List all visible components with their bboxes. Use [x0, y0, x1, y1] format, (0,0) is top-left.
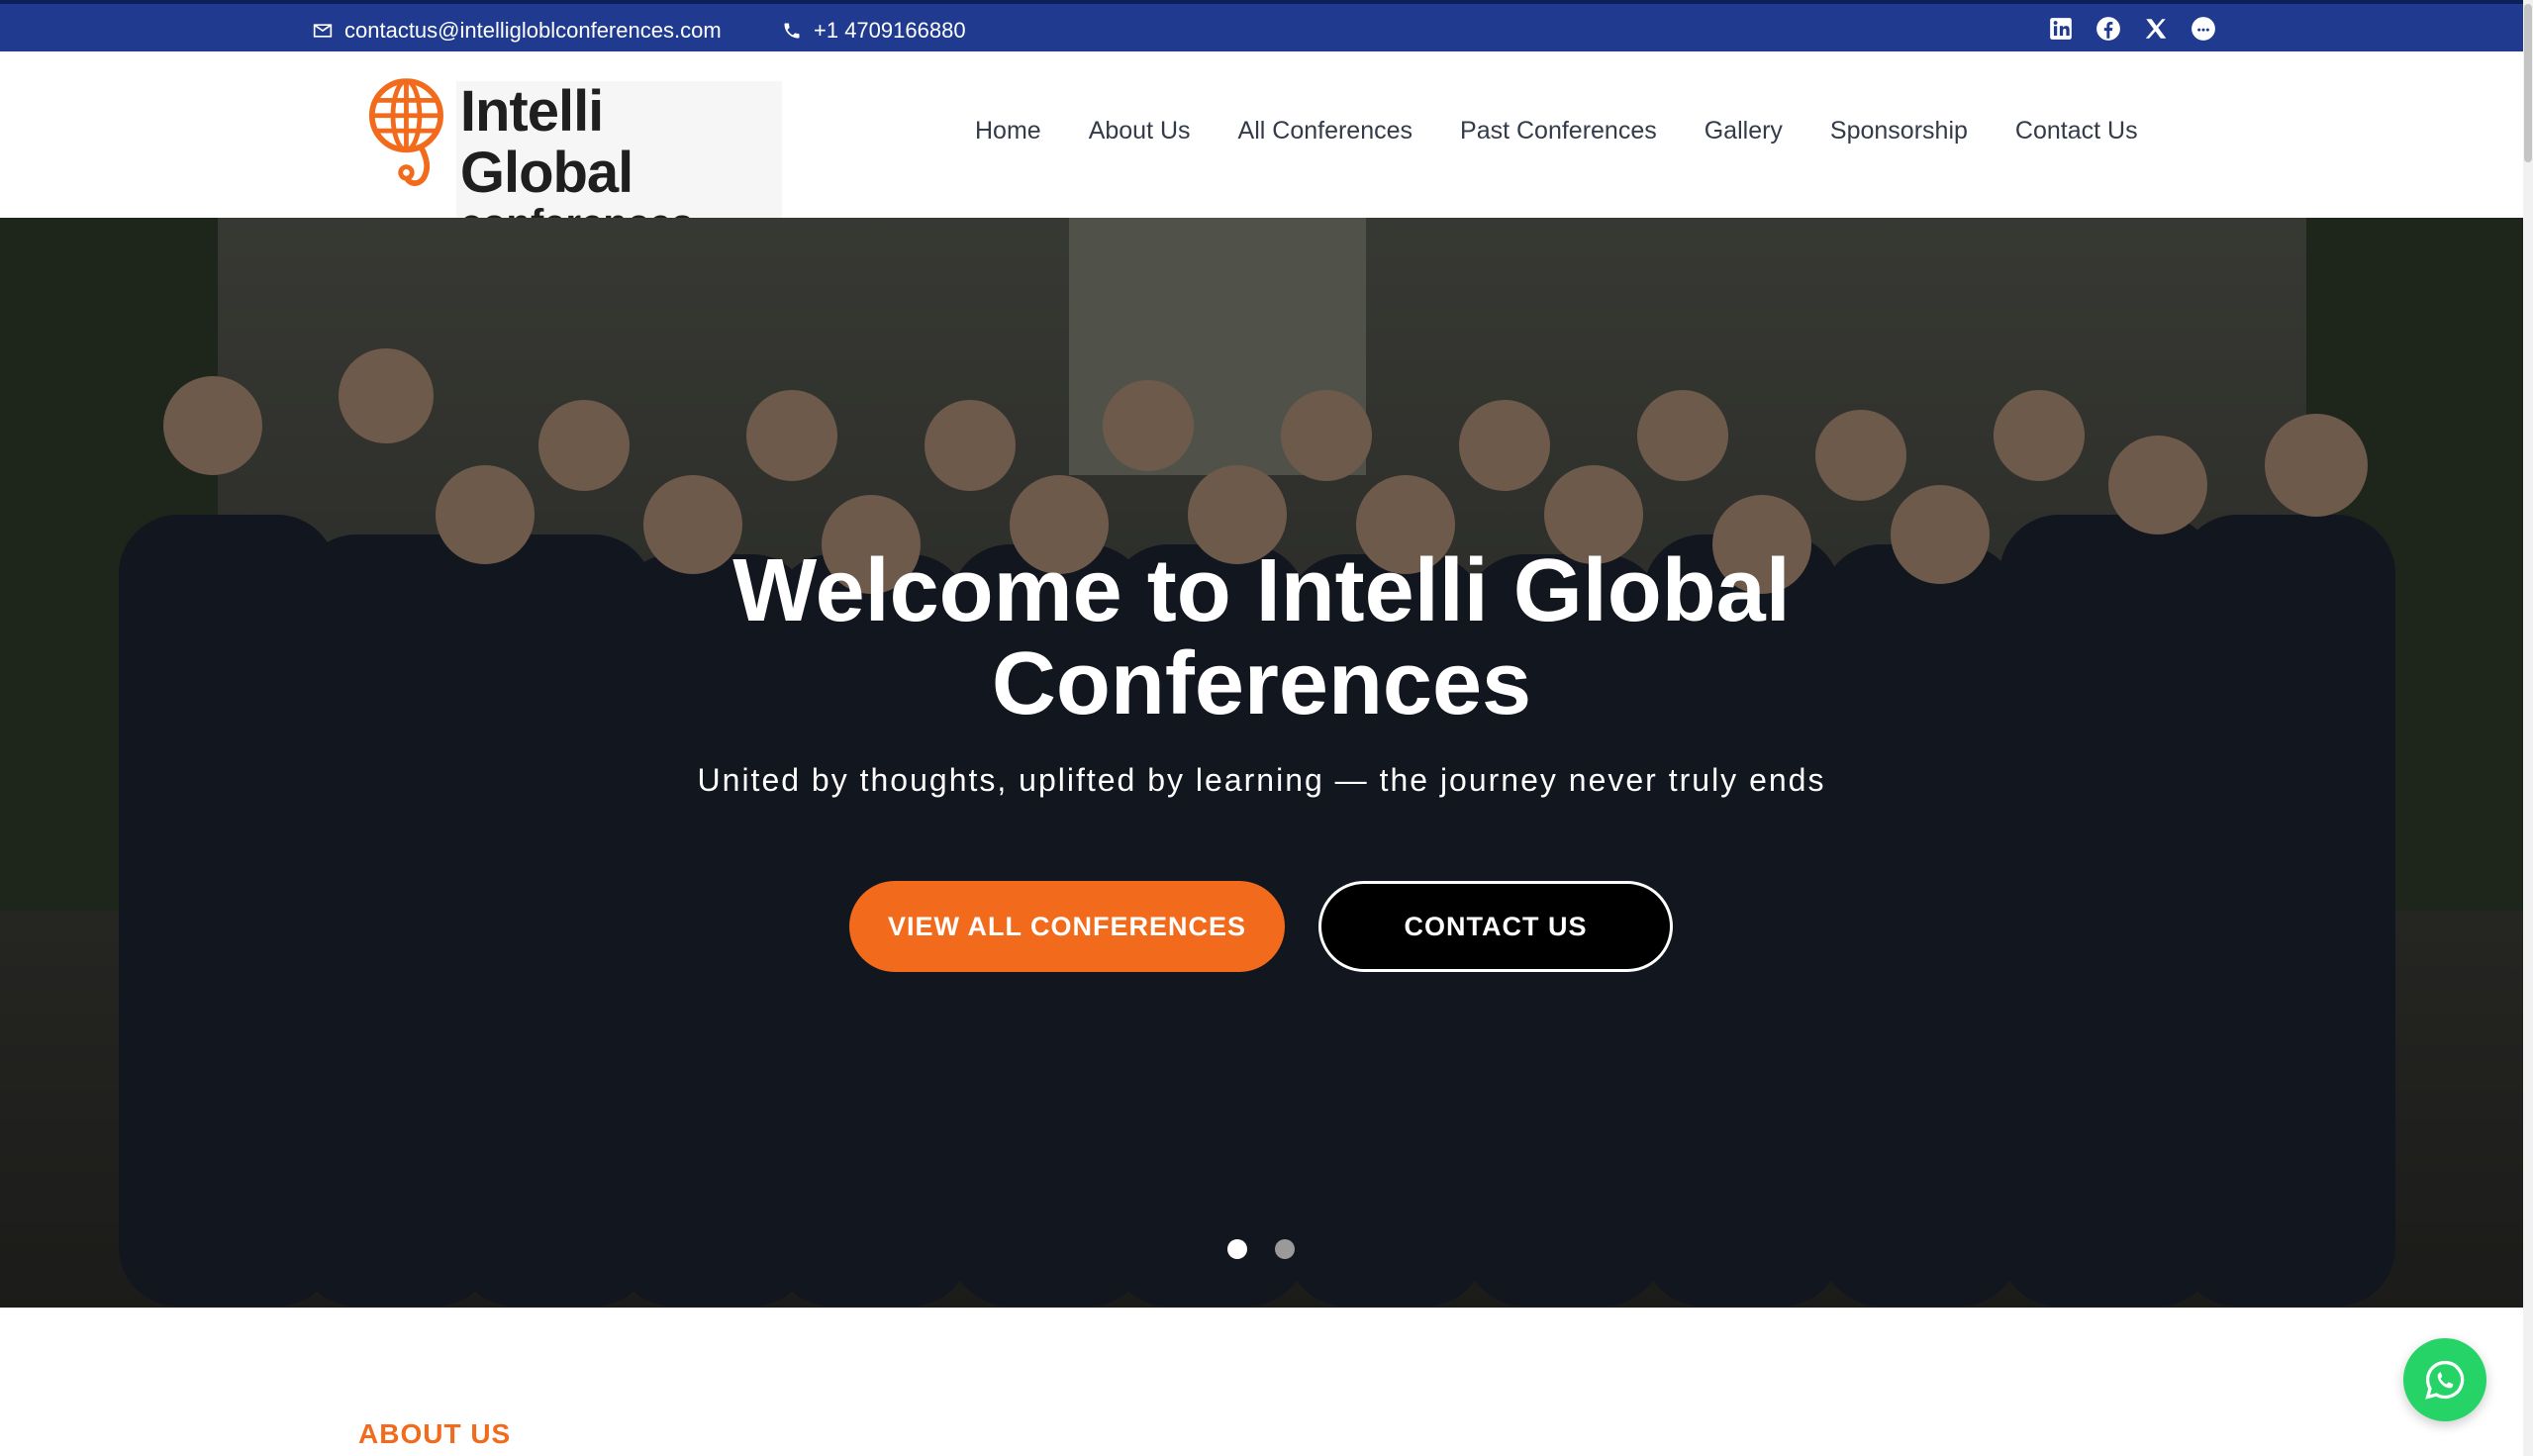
- about-us-label: ABOUT US: [358, 1418, 512, 1449]
- phone-icon: [784, 23, 800, 39]
- whatsapp-button[interactable]: [2403, 1338, 2486, 1421]
- hero-content: Welcome to Intelli Global Conferences Un…: [0, 544, 2523, 799]
- x-icon[interactable]: [2143, 16, 2169, 42]
- logo-title: Intelli Global: [459, 79, 633, 205]
- contact-us-button[interactable]: CONTACT US: [1318, 881, 1673, 972]
- hero-buttons: VIEW ALL CONFERENCES CONTACT US: [849, 881, 1673, 972]
- view-all-conferences-button[interactable]: VIEW ALL CONFERENCES: [849, 881, 1285, 972]
- top-bar: contactus@intelligloblconferences.com +1…: [0, 0, 2523, 51]
- site-header: Intelli Global conferences Home About Us…: [0, 51, 2523, 243]
- nav-home[interactable]: Home: [975, 117, 1041, 146]
- globe-logo-icon: [368, 78, 443, 186]
- facebook-icon[interactable]: [2095, 16, 2121, 42]
- social-links: [2048, 16, 2216, 42]
- chat-icon[interactable]: [2191, 16, 2216, 42]
- page-scrollbar[interactable]: [2523, 0, 2533, 1456]
- hero-slider: Welcome to Intelli Global Conferences Un…: [0, 218, 2523, 1308]
- phone-contact[interactable]: +1 4709166880: [782, 18, 966, 44]
- site-logo[interactable]: Intelli Global conferences: [368, 75, 782, 243]
- email-contact[interactable]: contactus@intelligloblconferences.com: [313, 18, 722, 44]
- phone-text[interactable]: +1 4709166880: [814, 18, 966, 44]
- nav-gallery[interactable]: Gallery: [1705, 117, 1783, 146]
- nav-contact-us[interactable]: Contact Us: [2015, 117, 2138, 146]
- main-nav: Home About Us All Conferences Past Confe…: [975, 117, 2138, 146]
- slider-dots: [1227, 1239, 1295, 1259]
- linkedin-icon[interactable]: [2048, 16, 2074, 42]
- nav-about-us[interactable]: About Us: [1089, 117, 1191, 146]
- scrollbar-thumb[interactable]: [2524, 4, 2532, 162]
- mail-icon: [313, 24, 333, 38]
- slider-dot-1[interactable]: [1227, 1239, 1247, 1259]
- nav-sponsorship[interactable]: Sponsorship: [1830, 117, 1968, 146]
- hero-subtitle: United by thoughts, uplifted by learning…: [697, 762, 1826, 798]
- nav-past-conferences[interactable]: Past Conferences: [1460, 117, 1657, 146]
- email-text[interactable]: contactus@intelligloblconferences.com: [344, 18, 722, 44]
- hero-title: Welcome to Intelli Global Conferences: [732, 541, 1791, 733]
- nav-all-conferences[interactable]: All Conferences: [1238, 117, 1413, 146]
- whatsapp-icon: [2425, 1360, 2465, 1400]
- slider-dot-2[interactable]: [1275, 1239, 1295, 1259]
